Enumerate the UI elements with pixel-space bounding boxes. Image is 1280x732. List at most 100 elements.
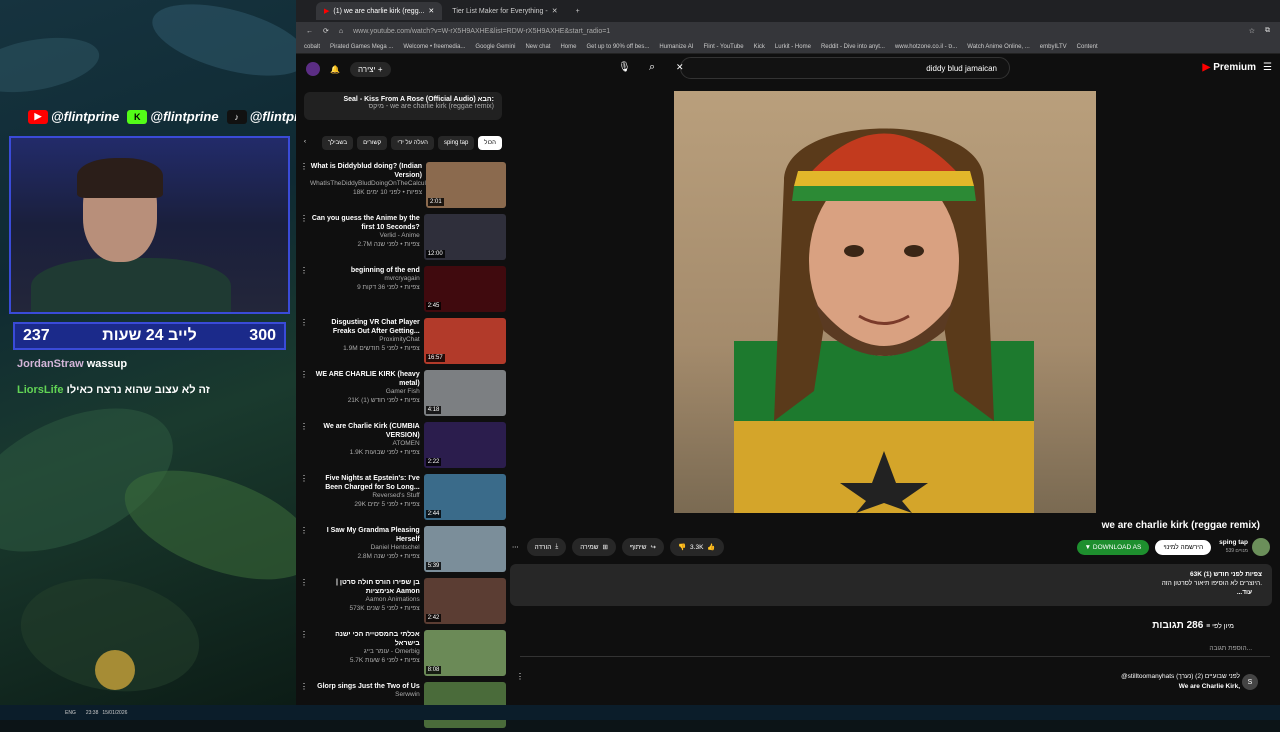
channel-avatar[interactable] — [1252, 538, 1270, 556]
rec-menu-icon[interactable]: ⋮ — [300, 162, 308, 212]
bookmark-item[interactable]: Content — [1077, 44, 1098, 50]
save-button[interactable]: שמירה ⊞ — [572, 538, 616, 556]
mic-icon[interactable]: 🎙 — [618, 62, 631, 73]
bookmark-item[interactable]: New chat — [525, 44, 550, 50]
avatar[interactable] — [306, 62, 320, 76]
playlist-panel[interactable]: Seal - Kiss From A Rose (Official Audio)… — [304, 92, 502, 120]
recommendation-item[interactable]: ⋮ We are Charlie Kirk (CUMBIA VERSION) ATO… — [296, 420, 506, 472]
clear-search-icon[interactable]: ✕ — [676, 62, 684, 73]
bookmark-item[interactable]: Reddit - Dive into anyt... — [821, 44, 885, 50]
rec-menu-icon[interactable]: ⋮ — [300, 370, 308, 420]
bookmark-item[interactable]: Get up to 90% off bes... — [586, 44, 649, 50]
search-box[interactable]: diddy blud jamaican — [680, 57, 1010, 79]
stream-overlay: ▶@flintprine K@flintprine ♪@flintprine 2… — [0, 0, 296, 705]
comment-author[interactable]: @stilltoomanyhats לפני שבועיים (2) (נערך… — [1121, 672, 1240, 682]
rec-thumbnail[interactable]: 8:08 — [423, 630, 506, 676]
rec-thumbnail[interactable]: 16:57 — [423, 318, 506, 364]
rec-menu-icon[interactable]: ⋮ — [300, 578, 308, 628]
recommendation-item[interactable]: ⋮ Disgusting VR Chat Player Freaks Out Af… — [296, 316, 506, 368]
bookmark-item[interactable]: Welcome • freemedia... — [403, 44, 465, 50]
bookmark-item[interactable]: embyILTV — [1040, 44, 1067, 50]
recommendation-item[interactable]: ⋮ What is Diddyblud doing? (Indian Versio… — [296, 160, 506, 212]
dislike-icon[interactable]: 👎 — [678, 543, 686, 551]
rec-thumbnail[interactable]: 2:45 — [423, 266, 506, 312]
bookmark-item[interactable]: cobalt — [304, 44, 320, 50]
video-frame — [734, 128, 1034, 513]
language-indicator[interactable]: ENG — [65, 710, 76, 716]
chevron-left-icon[interactable]: ‹ — [304, 136, 306, 150]
recommendation-item[interactable]: ⋮ אכלתי בחמסטייה הכי ישנה בישראל עומר בייג… — [296, 628, 506, 680]
tab-youtube[interactable]: ▶ (1) we are charlie kirk (regg... ✕ — [316, 2, 443, 20]
share-button[interactable]: שיתוף ↪ — [621, 538, 664, 556]
recommendation-item[interactable]: ⋮ Five Nights at Epstein's: I've Been Cha… — [296, 472, 506, 524]
date[interactable]: 15/01/2026 — [102, 710, 127, 716]
recommendation-item[interactable]: ⋮ WE ARE CHARLIE KIRK (heavy metal) Gamer … — [296, 368, 506, 420]
recommendation-item[interactable]: ⋮ Can you guess the Anime by the first 10… — [296, 212, 506, 264]
clock[interactable]: 23:38 — [86, 710, 99, 716]
like-dislike[interactable]: 👎 3.3K 👍 — [669, 538, 724, 556]
rec-thumbnail[interactable]: 2:01 — [426, 162, 506, 208]
rec-thumbnail[interactable]: 2:44 — [423, 474, 506, 520]
menu-icon[interactable]: ☰ — [1263, 62, 1272, 73]
recommendation-item[interactable]: ⋮ I Saw My Grandma Pleasing Herself Daniel… — [296, 524, 506, 576]
extensions-icon[interactable]: ⧉ — [1265, 27, 1270, 35]
more-icon[interactable]: ⋯ — [512, 543, 519, 551]
description-more[interactable]: ...עוד — [520, 588, 1262, 597]
channel-info[interactable]: sping tap 539 מנויים — [1219, 539, 1248, 555]
sort-button[interactable]: מיון לפי ≡ — [1206, 623, 1234, 630]
tab-tierlist[interactable]: Tier List Maker for Everything - ✕ — [444, 2, 565, 20]
search-icon[interactable]: ⌕ — [649, 61, 655, 74]
bookmark-item[interactable]: Google Gemini — [475, 44, 515, 50]
download-button[interactable]: הורדה ⤓ — [526, 538, 567, 556]
rec-menu-icon[interactable]: ⋮ — [300, 474, 308, 524]
rec-meta: 21K צפיות • לפני חודש (1) — [347, 396, 420, 404]
back-icon[interactable]: ← — [306, 28, 313, 35]
chip-for-you[interactable]: בשבילך — [321, 136, 354, 150]
like-icon[interactable]: 👍 — [707, 543, 715, 551]
rec-thumbnail[interactable]: 4:18 — [423, 370, 506, 416]
recommendation-item[interactable]: ⋮ beginning of the end mvrcryagain 9 צפיות … — [296, 264, 506, 316]
bookmark-item[interactable]: Watch Anime Online, ... — [967, 44, 1029, 50]
bookmark-item[interactable]: www.hotzone.co.il - ס... — [895, 44, 957, 50]
rec-menu-icon[interactable]: ⋮ — [300, 214, 308, 264]
new-tab-button[interactable]: + — [568, 2, 588, 20]
url-field[interactable]: www.youtube.com/watch?v=W-rX5H9AXHE&list… — [353, 25, 1239, 37]
rec-menu-icon[interactable]: ⋮ — [300, 266, 308, 316]
bookmark-item[interactable]: Humanize AI — [659, 44, 693, 50]
close-icon[interactable]: ✕ — [552, 7, 558, 15]
download-as-button[interactable]: ▼ DOWNLOAD AS — [1076, 539, 1150, 555]
bookmark-item[interactable]: Flint - YouTube — [703, 44, 743, 50]
chip-all[interactable]: הכול — [478, 136, 502, 150]
reload-icon[interactable]: ⟳ — [323, 27, 329, 35]
comment-avatar[interactable]: S — [1242, 674, 1258, 690]
recommendation-item[interactable]: ⋮ בן שפירו הורס חולה סרטן | אנימציות Aamo… — [296, 576, 506, 628]
rec-thumbnail[interactable]: 2:22 — [423, 422, 506, 468]
bookmark-item[interactable]: Home — [560, 44, 576, 50]
home-icon[interactable]: ⌂ — [339, 28, 343, 35]
chip-uploaded-by[interactable]: העלה על ידי — [391, 136, 434, 150]
search-input[interactable]: diddy blud jamaican — [926, 64, 997, 73]
chip-related[interactable]: קשורים — [357, 136, 388, 150]
rec-title: Glorp sings Just the Two of Us — [317, 683, 420, 690]
close-icon[interactable]: ✕ — [428, 7, 434, 15]
star-icon[interactable]: ☆ — [1249, 27, 1255, 35]
rec-menu-icon[interactable]: ⋮ — [300, 422, 308, 472]
bookmark-item[interactable]: Lurkit - Home — [775, 44, 811, 50]
rec-thumbnail[interactable]: 2:42 — [423, 578, 506, 624]
chip-sping-tap[interactable]: sping tap — [437, 136, 475, 150]
rec-thumbnail[interactable]: 5:39 — [423, 526, 506, 572]
add-comment-input[interactable]: הוספת תגובה... — [1209, 645, 1252, 652]
video-player[interactable] — [674, 91, 1096, 513]
create-button[interactable]: יצירה + — [349, 61, 391, 77]
bookmark-item[interactable]: Kick — [754, 44, 765, 50]
rec-thumbnail[interactable]: 12:00 — [423, 214, 506, 260]
rec-menu-icon[interactable]: ⋮ — [300, 318, 308, 368]
bookmark-item[interactable]: Pirated Games Mega ... — [330, 44, 393, 50]
youtube-logo[interactable]: ▶ Premium — [1203, 62, 1257, 73]
subscribe-button[interactable]: הירשמה למינוי — [1155, 539, 1212, 555]
description-box[interactable]: 63K צפיות לפני חודש (1) היוצרים לא הוסיפ… — [510, 564, 1272, 606]
comment-menu-icon[interactable]: ⋮ — [516, 672, 524, 681]
rec-menu-icon[interactable]: ⋮ — [300, 630, 308, 680]
rec-menu-icon[interactable]: ⋮ — [300, 526, 308, 576]
notifications-icon[interactable]: 🔔 — [330, 65, 340, 74]
